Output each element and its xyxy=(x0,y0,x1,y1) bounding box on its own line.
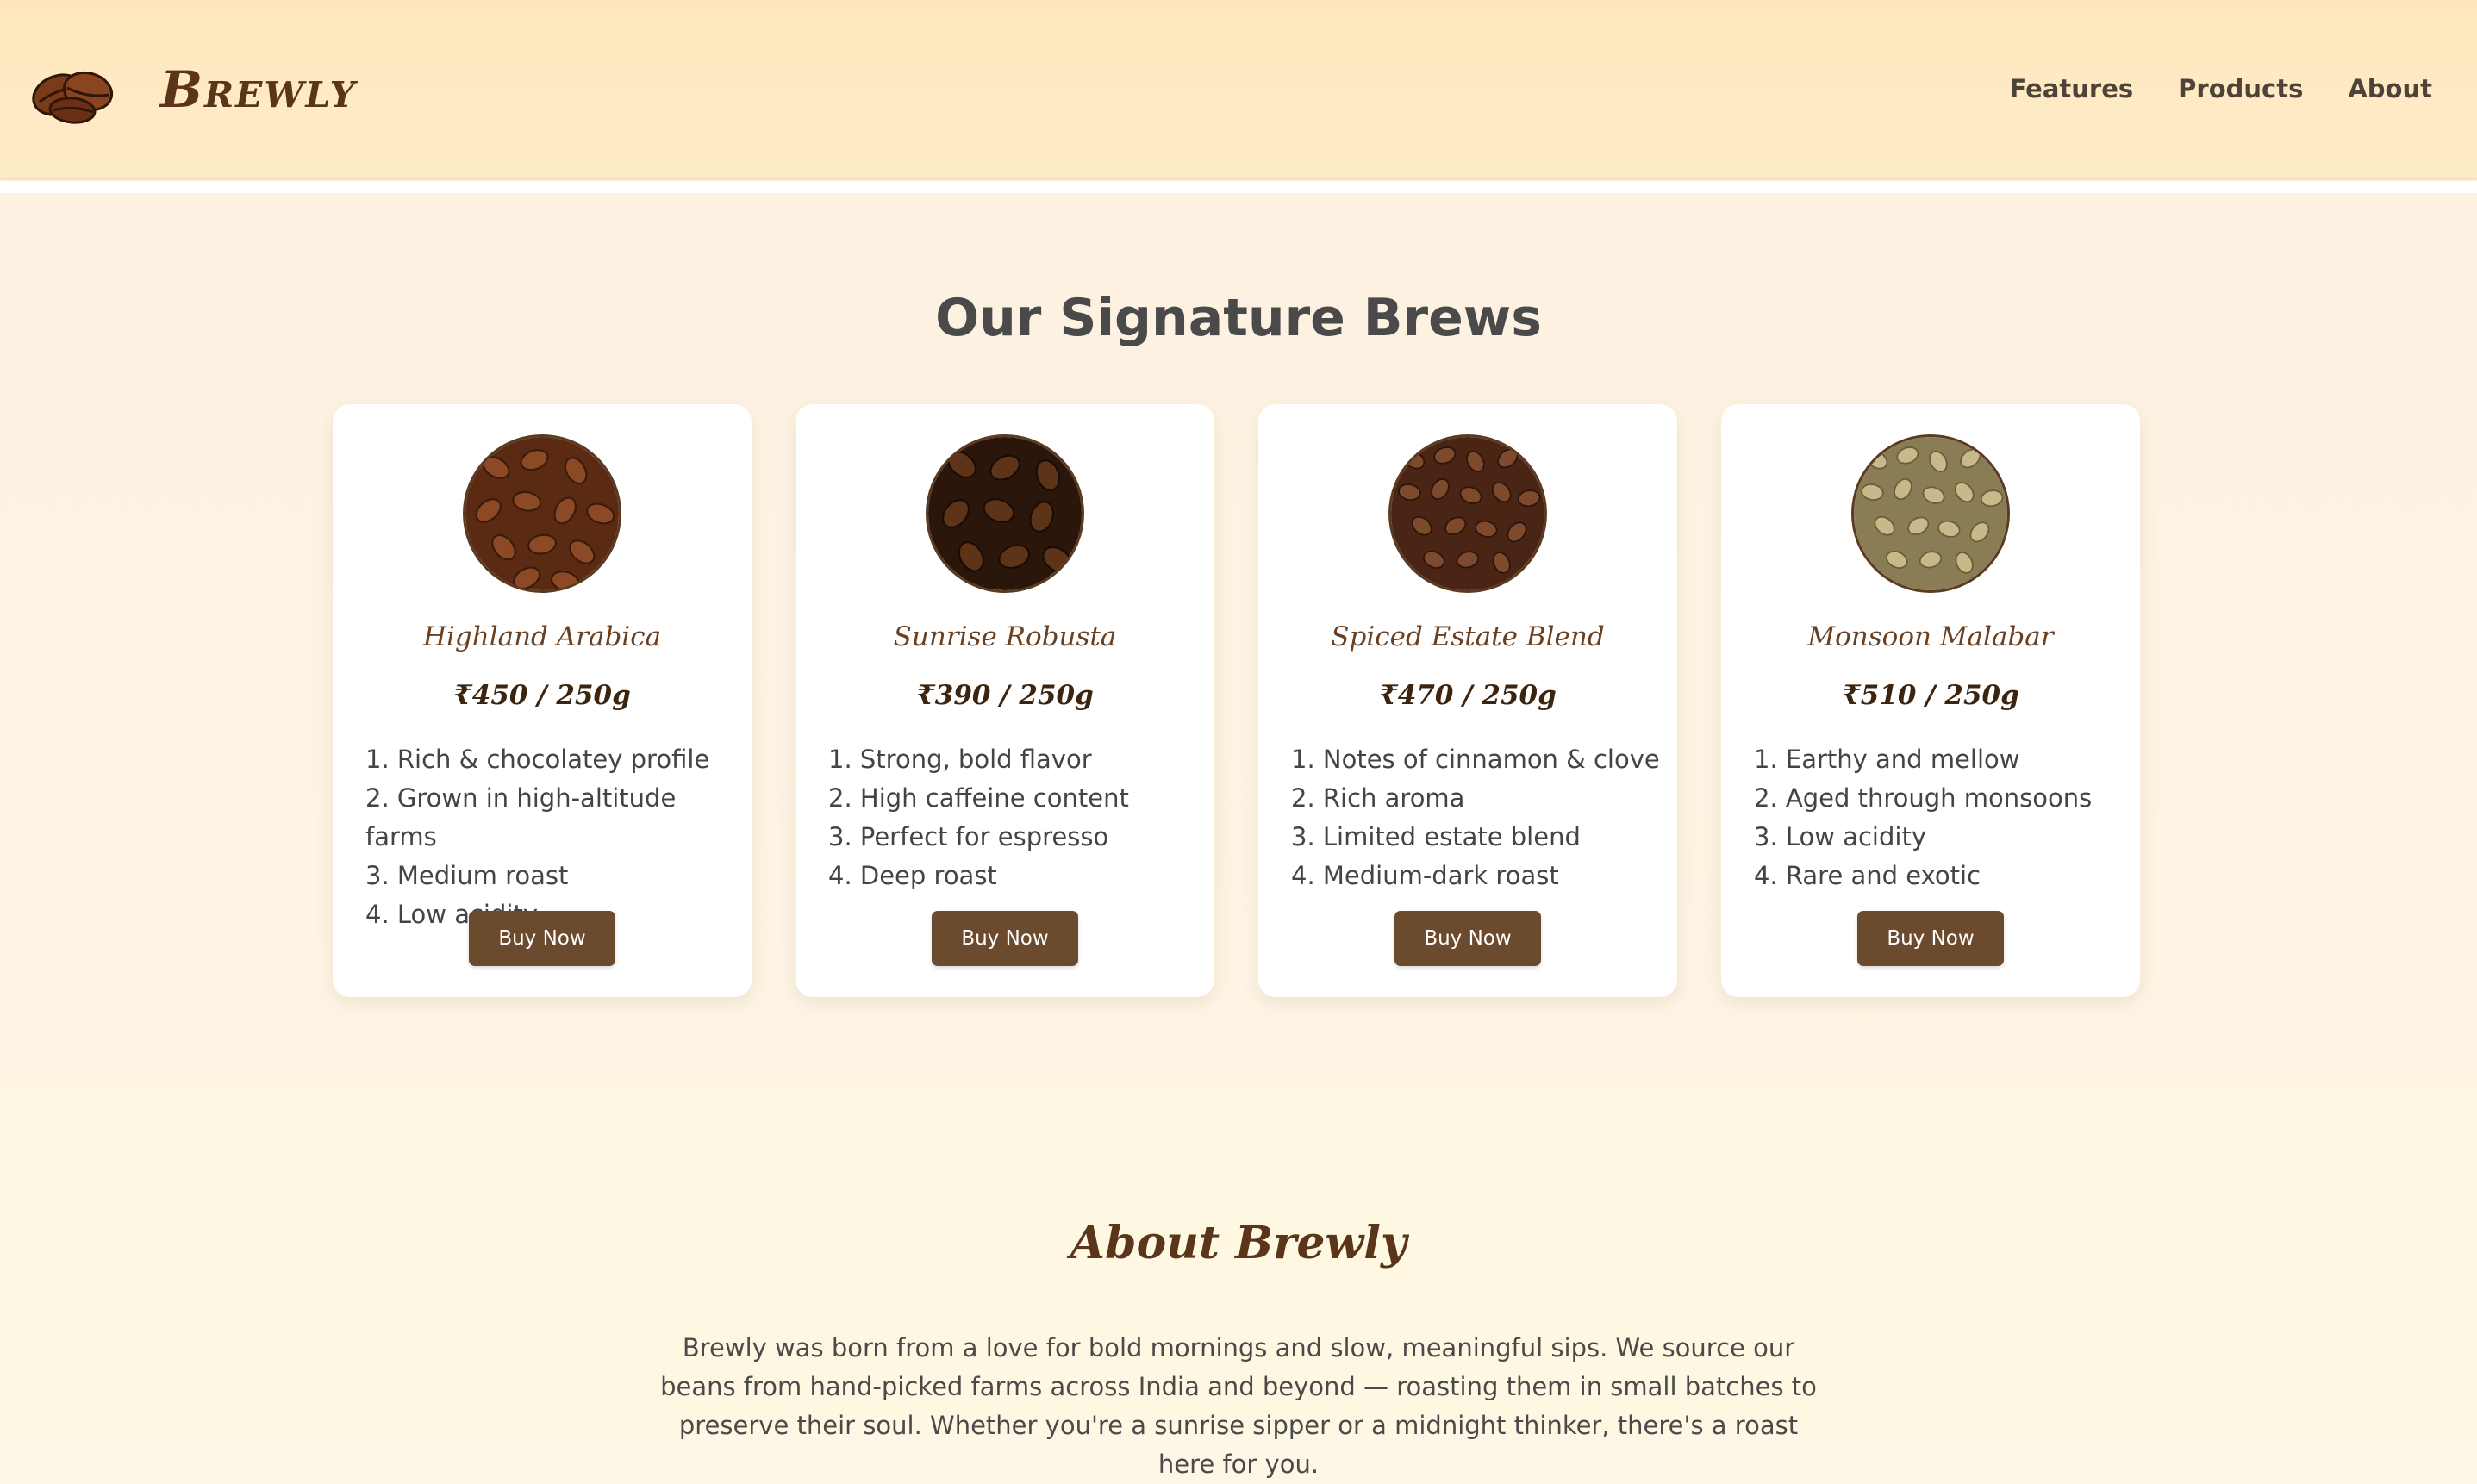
product-name: Spiced Estate Blend xyxy=(1331,621,1605,652)
feature-item: 1. Earthy and mellow xyxy=(1754,745,2020,774)
feature-item: 2. Aged through monsoons xyxy=(1754,783,2093,813)
products-section: Our Signature Brews Highland Arabica ₹45… xyxy=(0,193,2477,1086)
feature-item: 2. Grown in high-altitude farms xyxy=(365,783,677,851)
feature-item: 4. Rare and exotic xyxy=(1754,861,1981,890)
feature-item: 1. Strong, bold flavor xyxy=(828,745,1092,774)
about-text: Brewly was born from a love for bold mor… xyxy=(660,1333,1817,1479)
feature-item: 3. Perfect for espresso xyxy=(828,822,1109,851)
feature-item: 4. Deep roast xyxy=(828,861,997,890)
nav-link-features[interactable]: Features xyxy=(2010,74,2134,103)
monsoon-malabar-beans-image xyxy=(1851,434,2010,593)
buy-now-button[interactable]: Buy Now xyxy=(1394,911,1541,966)
product-price: ₹510 / 250g xyxy=(1842,680,2019,711)
product-name: Highland Arabica xyxy=(422,621,662,652)
feature-item: 3. Limited estate blend xyxy=(1291,822,1581,851)
product-price: ₹470 / 250g xyxy=(1379,680,1557,711)
feature-list: 1. Earthy and mellow 2. Aged through mon… xyxy=(1754,740,2092,895)
feature-item: 1. Notes of cinnamon & clove xyxy=(1291,745,1660,774)
buy-now-button[interactable]: Buy Now xyxy=(932,911,1078,966)
feature-item: 2. High caffeine content xyxy=(828,783,1129,813)
buy-now-button[interactable]: Buy Now xyxy=(1857,911,2004,966)
feature-list: 1. Rich & chocolatey profile 2. Grown in… xyxy=(365,740,752,934)
brand-name[interactable]: Brewly xyxy=(160,60,357,119)
product-card-spiced-estate-blend: Spiced Estate Blend ₹470 / 250g 1. Notes… xyxy=(1258,404,1677,997)
feature-list: 1. Strong, bold flavor 2. High caffeine … xyxy=(828,740,1129,895)
feature-list: 1. Notes of cinnamon & clove 2. Rich aro… xyxy=(1291,740,1660,895)
header-divider xyxy=(0,181,2477,193)
main-nav: Features Products About xyxy=(2010,74,2432,103)
feature-item: 4. Medium-dark roast xyxy=(1291,861,1559,890)
product-name: Monsoon Malabar xyxy=(1807,621,2054,652)
nav-link-products[interactable]: Products xyxy=(2178,74,2303,103)
feature-item: 3. Medium roast xyxy=(365,861,569,890)
buy-now-button[interactable]: Buy Now xyxy=(469,911,615,966)
product-card-highland-arabica: Highland Arabica ₹450 / 250g 1. Rich & c… xyxy=(333,404,752,997)
product-price: ₹390 / 250g xyxy=(916,680,1094,711)
spiced-estate-blend-beans-image xyxy=(1388,434,1547,593)
sunrise-robusta-beans-image xyxy=(926,434,1084,593)
about-section: About Brewly Brewly was born from a love… xyxy=(0,1086,2477,1479)
feature-item: 1. Rich & chocolatey profile xyxy=(365,745,710,774)
nav-link-about[interactable]: About xyxy=(2348,74,2432,103)
coffee-beans-icon[interactable] xyxy=(29,57,117,126)
site-header: Brewly Features Products About xyxy=(0,0,2477,179)
product-card-monsoon-malabar: Monsoon Malabar ₹510 / 250g 1. Earthy an… xyxy=(1721,404,2140,997)
product-card-sunrise-robusta: Sunrise Robusta ₹390 / 250g 1. Strong, b… xyxy=(796,404,1214,997)
product-name: Sunrise Robusta xyxy=(893,621,1117,652)
product-price: ₹450 / 250g xyxy=(453,680,631,711)
about-title: About Brewly xyxy=(1070,1217,1407,1269)
feature-item: 2. Rich aroma xyxy=(1291,783,1465,813)
products-title: Our Signature Brews xyxy=(935,288,1542,348)
highland-arabica-beans-image xyxy=(463,434,621,593)
feature-item: 3. Low acidity xyxy=(1754,822,1926,851)
